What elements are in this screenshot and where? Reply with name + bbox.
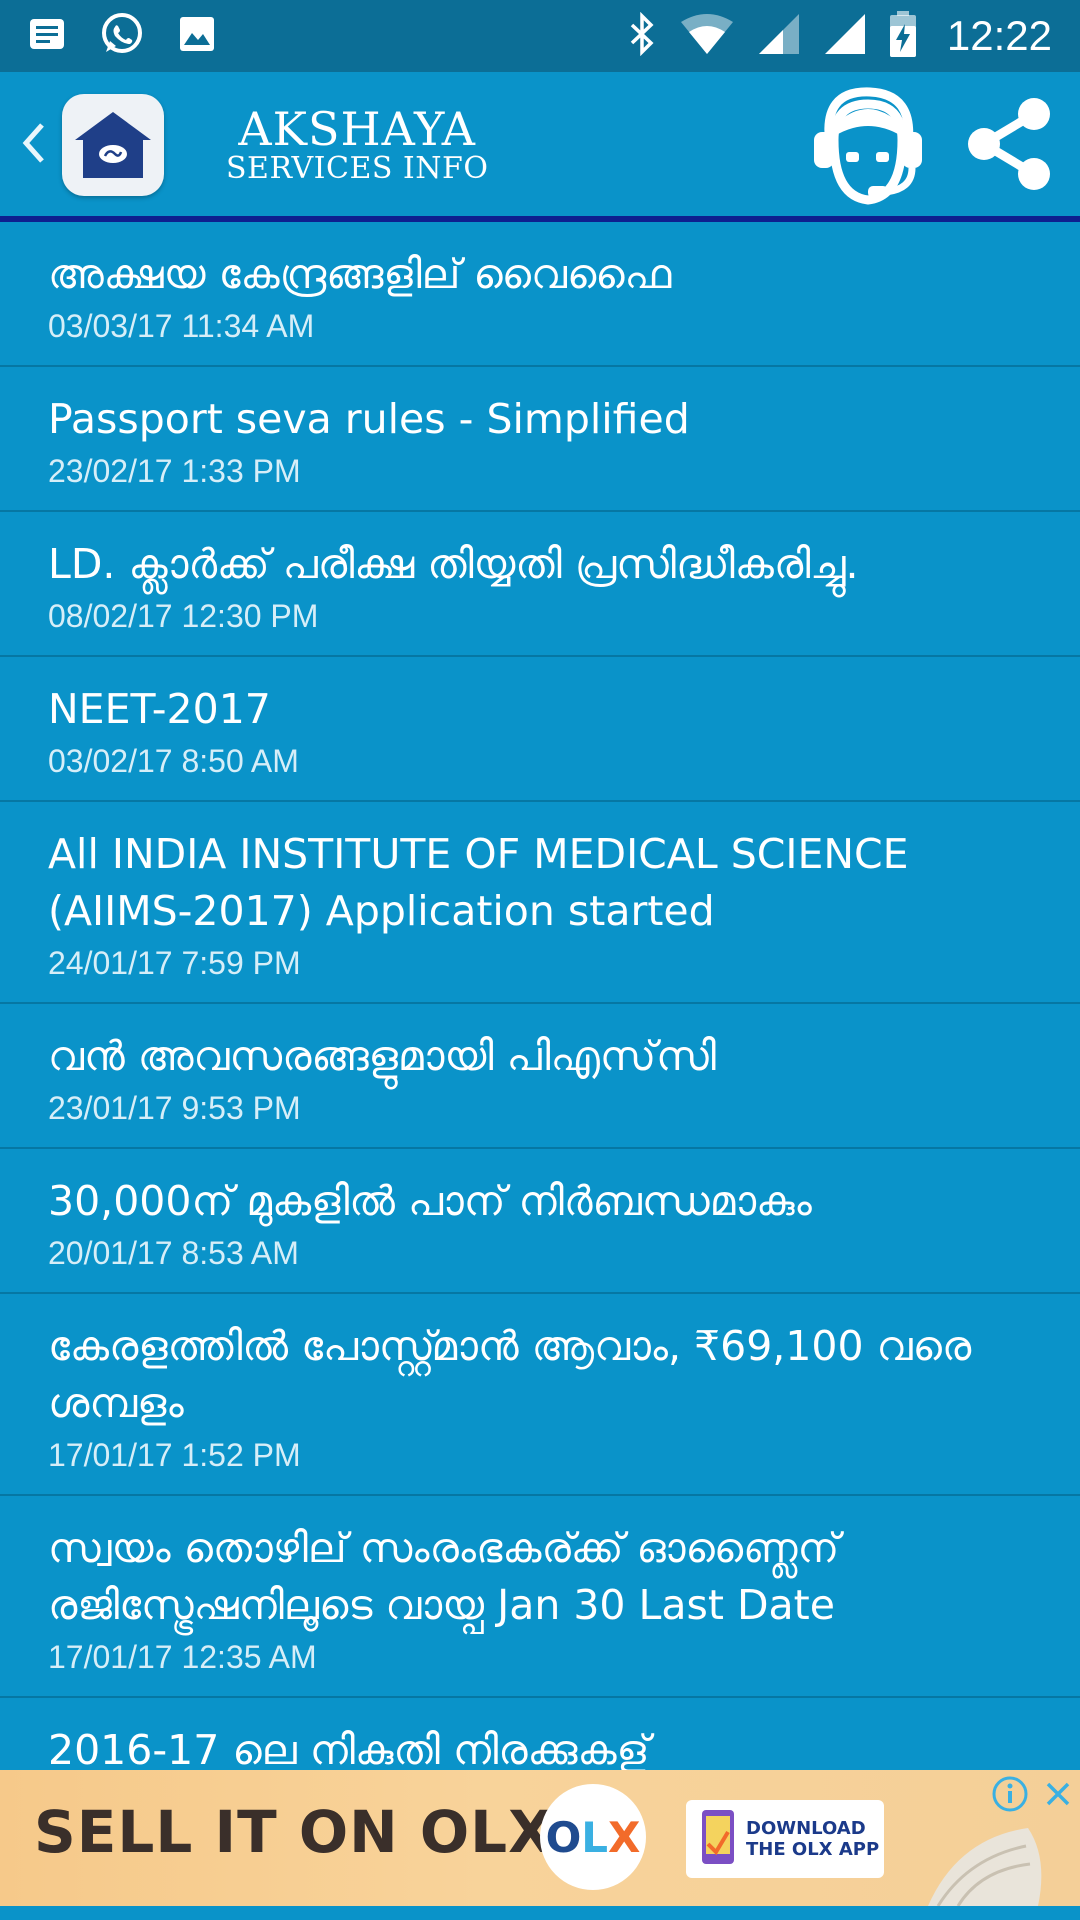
news-title: Passport seva rules - Simplified	[48, 395, 690, 443]
news-title: സ്വയം തൊഴില് സംരംഭകര്ക്ക് ഓണ്ലൈന് രജിസ്ട…	[48, 1524, 840, 1629]
app-title-line2: SERVICES INFO	[226, 151, 489, 186]
gallery-icon	[178, 15, 216, 57]
news-title: 30,000ന് മുകളിൽ പാന് നിർബന്ധമാകും	[48, 1177, 812, 1225]
list-item[interactable]: NEET-2017 03/02/17 8:50 AM	[0, 657, 1080, 802]
app-title: AKSHAYA SERVICES INFO	[226, 106, 488, 184]
list-item[interactable]: അക്ഷയ കേന്ദ്രങ്ങളില് വൈഫൈ 03/03/17 11:34…	[0, 222, 1080, 367]
share-icon	[968, 98, 1050, 190]
cta-line1: DOWNLOAD	[746, 1818, 866, 1839]
list-item[interactable]: All INDIA INSTITUTE OF MEDICAL SCIENCE (…	[0, 802, 1080, 1004]
app-title-line1: AKSHAYA	[238, 102, 477, 156]
wifi-icon	[679, 12, 735, 60]
chevron-left-icon	[20, 121, 46, 169]
list-item[interactable]: 30,000ന് മുകളിൽ പാന് നിർബന്ധമാകും 20/01/…	[0, 1149, 1080, 1294]
olx-logo: OLX	[540, 1784, 646, 1890]
news-date: 20/01/17 8:53 AM	[48, 1235, 299, 1271]
news-date: 17/01/17 1:52 PM	[48, 1437, 301, 1473]
news-title: കേരളത്തിൽ പോസ്റ്റ്മാൻ ആവാം, ₹69,100 വരെ …	[48, 1322, 972, 1427]
whatsapp-icon	[98, 10, 146, 62]
news-title: All INDIA INSTITUTE OF MEDICAL SCIENCE (…	[48, 830, 909, 935]
signal-icon	[757, 12, 801, 60]
news-date: 24/01/17 7:59 PM	[48, 945, 301, 981]
news-list: അക്ഷയ കേന്ദ്രങ്ങളില് വൈഫൈ 03/03/17 11:34…	[0, 222, 1080, 1770]
close-icon[interactable]	[1040, 1774, 1076, 1814]
news-title: LD. ക്ലാർക്ക് പരീക്ഷ തിയ്യതി പ്രസിദ്ധീകര…	[48, 540, 859, 588]
signal-icon-2	[823, 12, 867, 60]
list-item[interactable]: സ്വയം തൊഴില് സംരംഭകര്ക്ക് ഓണ്ലൈന് രജിസ്ട…	[0, 1496, 1080, 1698]
share-button[interactable]	[964, 94, 1054, 194]
news-title: വൻ അവസരങ്ങളുമായി പിഎസ്‌സി	[48, 1032, 716, 1080]
bottom-strip	[0, 1906, 1080, 1920]
list-item[interactable]: Passport seva rules - Simplified 23/02/1…	[0, 367, 1080, 512]
status-time: 12:22	[946, 12, 1052, 59]
bluetooth-icon	[627, 11, 657, 60]
news-date: 23/02/17 1:33 PM	[48, 453, 301, 489]
news-title: NEET-2017	[48, 685, 271, 733]
ad-headline: SELL IT ON OLX	[34, 1798, 554, 1866]
info-icon[interactable]	[990, 1774, 1030, 1814]
app-bar: AKSHAYA SERVICES INFO	[0, 72, 1080, 218]
status-bar: 12:22	[0, 0, 1080, 72]
ad-banner[interactable]: SELL IT ON OLX OLX DOWNLOAD THE OLX APP	[0, 1770, 1080, 1906]
download-app-button[interactable]: DOWNLOAD THE OLX APP	[686, 1800, 884, 1878]
news-date: 17/01/17 12:35 AM	[48, 1639, 317, 1675]
list-item[interactable]: LD. ക്ലാർക്ക് പരീക്ഷ തിയ്യതി പ്രസിദ്ധീകര…	[0, 512, 1080, 657]
cta-line2: THE OLX APP	[746, 1839, 880, 1860]
back-button[interactable]	[10, 72, 56, 218]
news-title: അക്ഷയ കേന്ദ്രങ്ങളില് വൈഫൈ	[48, 250, 672, 298]
app-logo[interactable]	[62, 94, 164, 196]
notes-icon	[28, 15, 66, 57]
phone-tag-icon	[698, 1808, 738, 1870]
news-title: 2016-17 ലെ നികുതി നിരക്കുകള്	[48, 1726, 650, 1770]
list-item[interactable]: കേരളത്തിൽ പോസ്റ്റ്മാൻ ആവാം, ₹69,100 വരെ …	[0, 1294, 1080, 1496]
list-item[interactable]: 2016-17 ലെ നികുതി നിരക്കുകള്	[0, 1698, 1080, 1770]
house-logo-icon	[75, 112, 151, 178]
news-date: 23/01/17 9:53 PM	[48, 1090, 301, 1126]
support-button[interactable]	[808, 82, 926, 208]
battery-charging-icon	[889, 10, 917, 62]
list-item[interactable]: വൻ അവസരങ്ങളുമായി പിഎസ്‌സി 23/01/17 9:53 …	[0, 1004, 1080, 1149]
support-agent-icon	[814, 87, 922, 205]
ad-decor-image	[918, 1798, 1058, 1906]
news-date: 08/02/17 12:30 PM	[48, 598, 319, 634]
news-date: 03/02/17 8:50 AM	[48, 743, 299, 779]
news-date: 03/03/17 11:34 AM	[48, 308, 315, 344]
